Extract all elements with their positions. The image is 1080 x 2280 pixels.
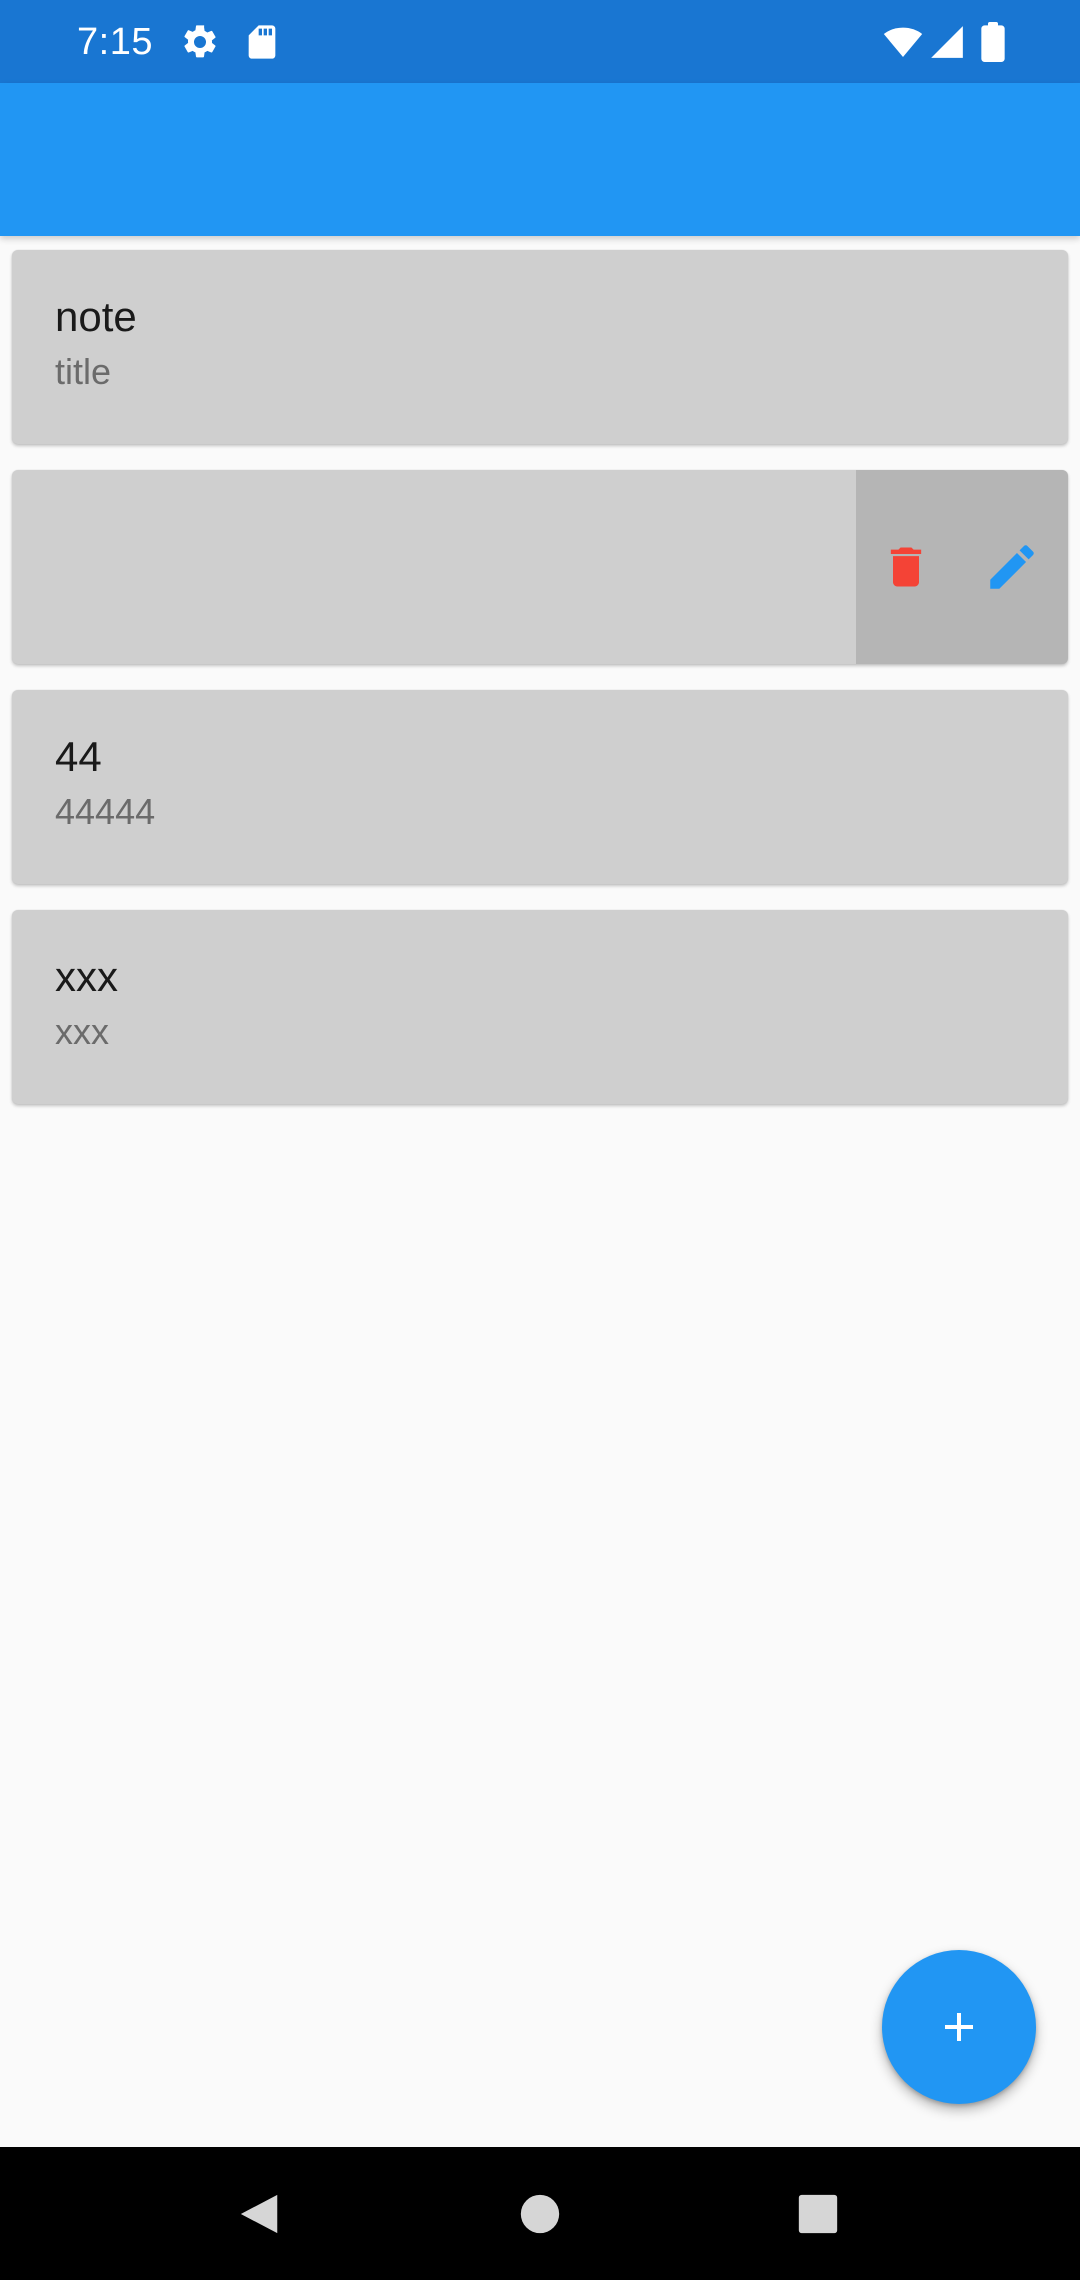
plus-icon — [945, 2013, 973, 2041]
note-title: 44 — [55, 733, 102, 780]
app-bar — [0, 83, 1080, 236]
note-card[interactable]: xxx xxx — [12, 910, 1068, 1104]
pencil-icon — [990, 545, 1034, 589]
edit-button[interactable] — [980, 535, 1044, 599]
sd-card-icon — [248, 25, 276, 59]
home-icon[interactable] — [517, 2191, 563, 2237]
battery-icon — [981, 22, 1005, 62]
recents-icon[interactable] — [795, 2191, 841, 2237]
status-bar: 7:15 — [0, 0, 1080, 83]
note-card-swiped[interactable] — [12, 470, 1068, 664]
signal-icon — [931, 26, 963, 58]
screen: 7:15 note title 44 44444 xxx xxx — [0, 0, 1080, 2280]
note-title: xxx — [55, 953, 118, 1000]
note-card[interactable]: note title — [12, 250, 1068, 444]
trash-icon — [890, 547, 922, 587]
note-subtitle: xxx — [55, 1011, 109, 1052]
swipe-actions-panel — [856, 470, 1068, 664]
navigation-bar — [0, 2147, 1080, 2280]
wifi-icon — [883, 27, 923, 57]
status-time: 7:15 — [77, 21, 153, 63]
note-title: note — [55, 293, 137, 340]
gear-icon — [184, 25, 216, 58]
delete-button[interactable] — [874, 535, 938, 599]
note-subtitle: 44444 — [55, 791, 156, 832]
add-note-button[interactable] — [882, 1950, 1036, 2104]
note-card[interactable]: 44 44444 — [12, 690, 1068, 884]
back-icon[interactable] — [237, 2191, 283, 2237]
note-subtitle: title — [55, 351, 112, 392]
